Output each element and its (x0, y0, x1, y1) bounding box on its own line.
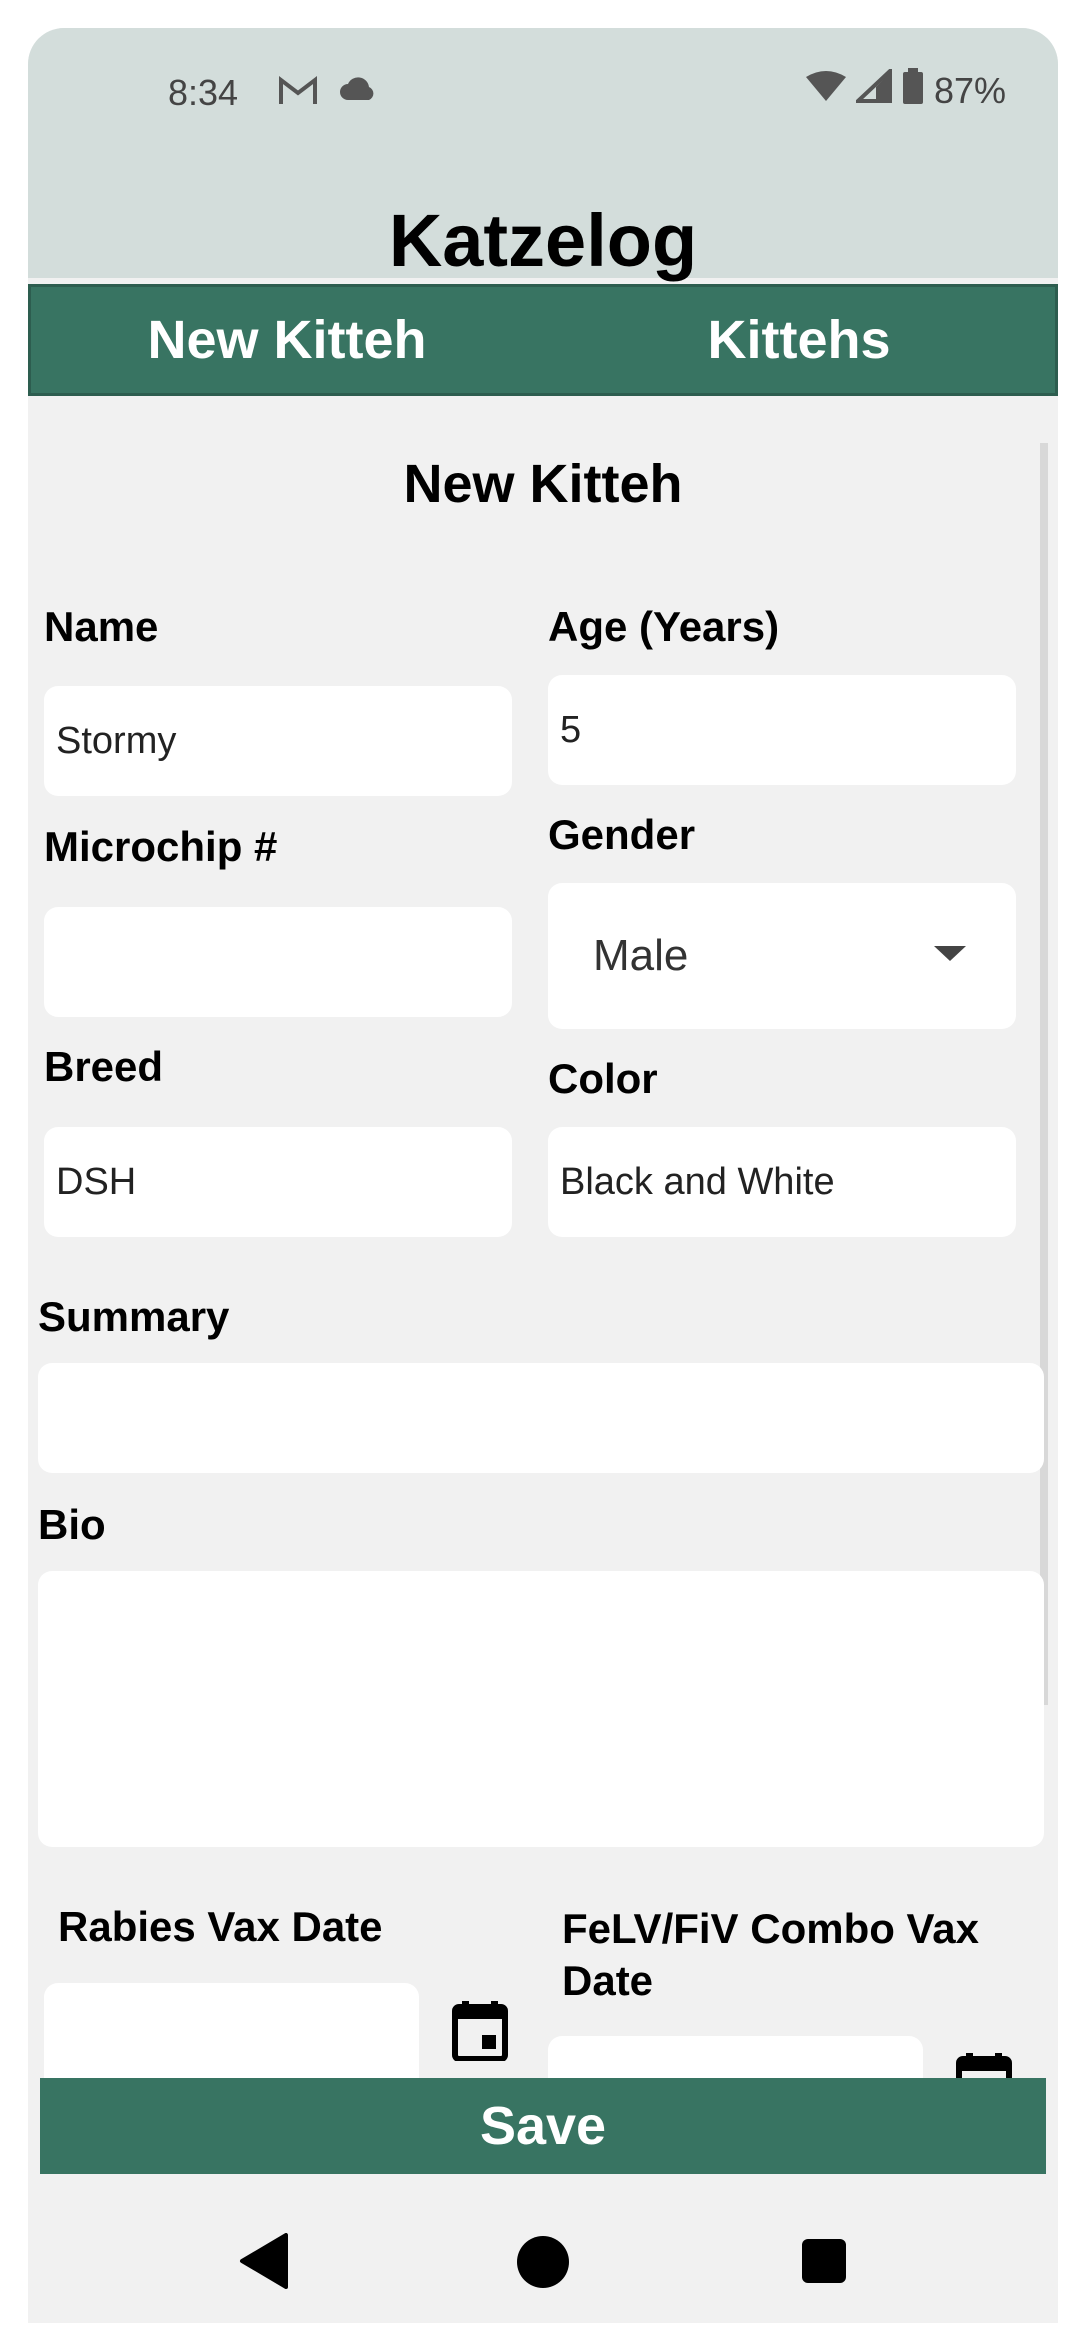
calendar-icon[interactable] (452, 2001, 508, 2066)
recents-icon[interactable] (801, 2238, 847, 2289)
scroll-indicator[interactable] (1040, 443, 1048, 1705)
wifi-icon (805, 70, 846, 112)
app-title: Katzelog (388, 199, 698, 282)
status-system-icons: 87% (805, 66, 1006, 113)
gmail-icon (278, 74, 318, 111)
tab-new-kitteh[interactable]: New Kitteh (31, 287, 543, 393)
chevron-down-icon (934, 946, 966, 961)
felv-label-line1: FeLV/FiV Combo Vax (562, 1905, 979, 1952)
battery-percent: 87% (933, 69, 1006, 111)
color-label: Color (548, 1055, 658, 1102)
system-nav-bar (28, 2213, 1058, 2323)
form-container[interactable]: New Kitteh Name Age (Years) Microchip # … (28, 393, 1058, 2083)
gender-selected-value: Male (593, 931, 689, 980)
summary-label: Summary (38, 1293, 230, 1340)
back-icon[interactable] (238, 2233, 288, 2294)
tab-bar: New Kitteh Kittehs (28, 284, 1058, 396)
microchip-field[interactable] (44, 907, 512, 1017)
app-screen: 8:34 87% Katzelog New Kitteh Kittehs New… (28, 28, 1058, 2323)
gender-select[interactable]: Male (548, 883, 1016, 1029)
breed-field[interactable] (44, 1127, 512, 1237)
summary-field[interactable] (38, 1363, 1044, 1473)
save-button[interactable]: Save (40, 2078, 1046, 2174)
signal-icon (852, 66, 892, 112)
name-label: Name (44, 603, 159, 650)
microchip-label: Microchip # (44, 823, 278, 870)
battery-icon (902, 68, 924, 113)
tab-kittehs[interactable]: Kittehs (543, 287, 1055, 393)
age-label: Age (Years) (548, 603, 780, 650)
status-notification-icons (278, 74, 378, 111)
felv-date-field[interactable] (548, 2036, 923, 2083)
rabies-label: Rabies Vax Date (58, 1903, 383, 1950)
top-bar: 8:34 87% Katzelog (28, 28, 1058, 282)
home-icon[interactable] (516, 2235, 570, 2294)
status-time: 8:34 (168, 72, 239, 113)
age-field[interactable] (548, 675, 1016, 785)
cloud-icon (338, 74, 378, 111)
rabies-date-field[interactable] (44, 1983, 419, 2083)
bio-label: Bio (38, 1501, 106, 1548)
color-field[interactable] (548, 1127, 1016, 1237)
gender-label: Gender (548, 811, 696, 858)
name-field[interactable] (44, 686, 512, 796)
felv-label-line2: Date (562, 1957, 654, 2004)
bio-field[interactable] (38, 1571, 1044, 1847)
breed-label: Breed (44, 1043, 164, 1090)
page-title: New Kitteh (403, 454, 683, 514)
felv-label: FeLV/FiV Combo Vax Date (562, 1903, 979, 2007)
